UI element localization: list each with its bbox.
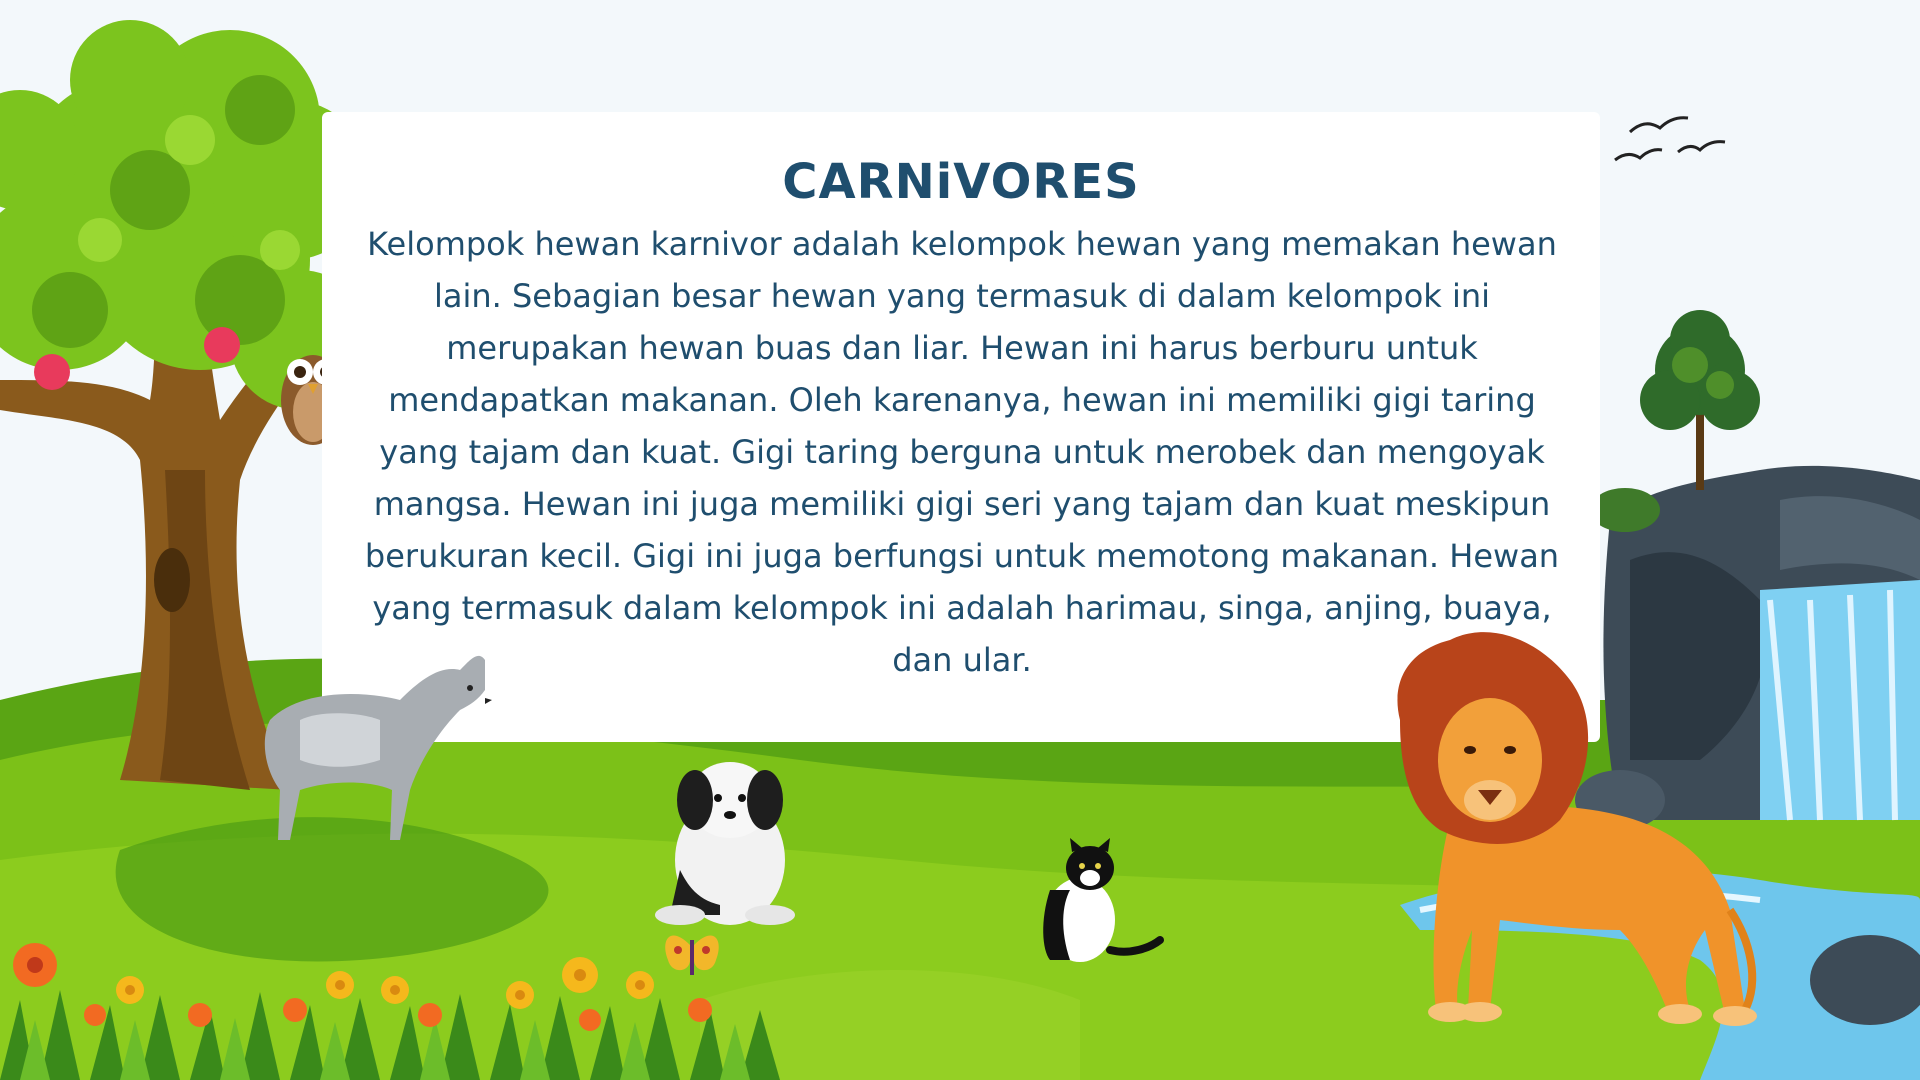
text-card: CARNiVORES Kelompok hewan karnivor adala… xyxy=(322,112,1600,742)
slide-scene: CARNiVORES Kelompok hewan karnivor adala… xyxy=(0,0,1920,1080)
slide-body-text: Kelompok hewan karnivor adalah kelompok … xyxy=(364,225,1560,679)
slide-title: CARNiVORES xyxy=(782,154,1140,210)
